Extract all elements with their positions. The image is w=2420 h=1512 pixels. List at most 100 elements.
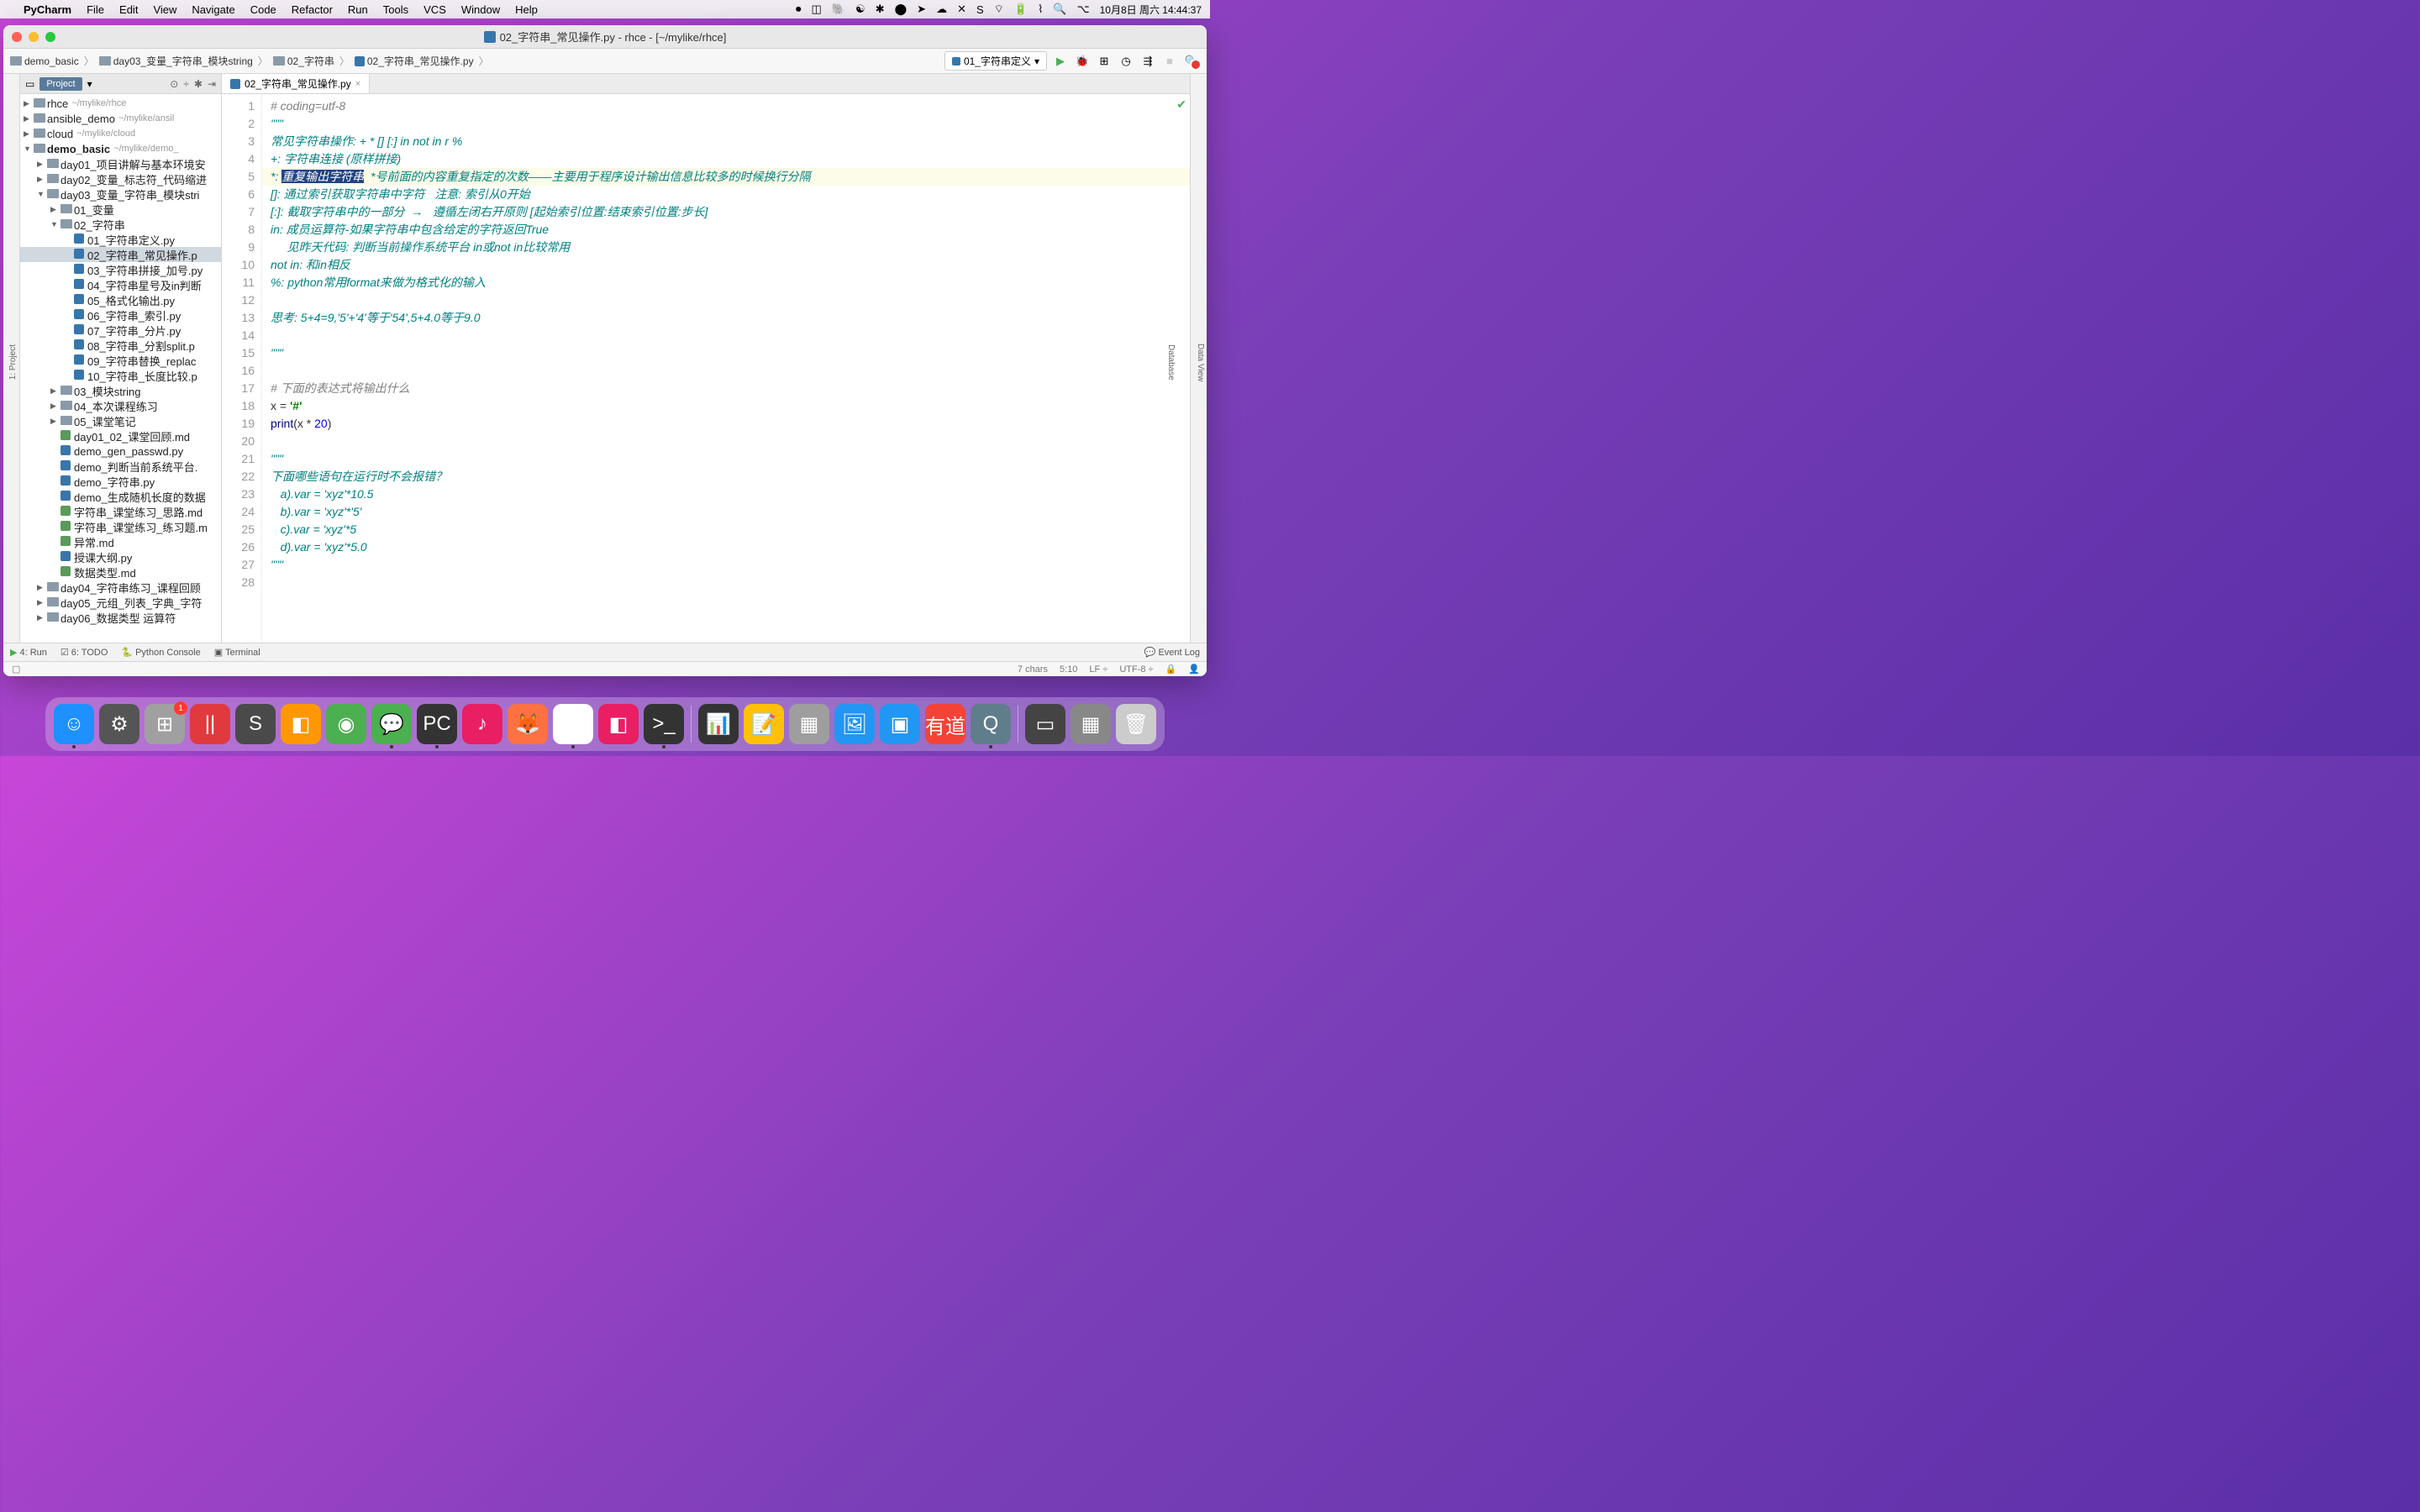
event-log[interactable]: 💬Event Log: [1144, 647, 1200, 658]
tree-file[interactable]: demo_判断当前系统平台.: [20, 459, 221, 474]
tab-project[interactable]: 1: Project: [7, 340, 19, 384]
tray-icon[interactable]: S: [976, 3, 984, 16]
dock-app2[interactable]: ♪: [462, 704, 502, 744]
tree-file[interactable]: 10_字符串_长度比较.p: [20, 368, 221, 383]
dock-launchpad[interactable]: ⊞1: [145, 704, 185, 744]
spotlight-icon[interactable]: 🔍: [1053, 3, 1066, 16]
tree-file[interactable]: 字符串_课堂练习_思路.md: [20, 504, 221, 519]
menu-navigate[interactable]: Navigate: [192, 3, 234, 16]
readonly-indicator[interactable]: 🔒: [1165, 664, 1177, 675]
battery-icon[interactable]: 🔋: [1014, 3, 1028, 16]
tree-file[interactable]: demo_字符串.py: [20, 474, 221, 489]
dock-chrome[interactable]: ◎: [553, 704, 593, 744]
dock-app3[interactable]: ▦: [789, 704, 829, 744]
tree-file[interactable]: 01_字符串定义.py: [20, 232, 221, 247]
dock-trash[interactable]: 🗑: [1116, 704, 1156, 744]
inspections-indicator[interactable]: 👤: [1188, 664, 1200, 675]
run-button[interactable]: ▶: [1052, 53, 1069, 70]
tree-folder[interactable]: ▶rhce~/mylike/rhce: [20, 96, 221, 111]
tree-file[interactable]: 数据类型.md: [20, 564, 221, 580]
dock-app1[interactable]: ◧: [281, 704, 321, 744]
profile-button[interactable]: ◷: [1118, 53, 1134, 70]
tray-icon[interactable]: ➤: [917, 3, 926, 16]
tree-folder[interactable]: ▶cloud~/mylike/cloud: [20, 126, 221, 141]
tab-terminal[interactable]: ▣Terminal: [214, 647, 260, 658]
menu-edit[interactable]: Edit: [119, 3, 138, 16]
menu-tools[interactable]: Tools: [383, 3, 408, 16]
tray-icon[interactable]: ☯: [855, 3, 865, 16]
tree-file[interactable]: 07_字符串_分片.py: [20, 323, 221, 338]
tree-file[interactable]: demo_生成随机长度的数据: [20, 489, 221, 504]
dock-wechat-work[interactable]: ◉: [326, 704, 366, 744]
tree-file[interactable]: 异常.md: [20, 534, 221, 549]
chevron-down-icon[interactable]: ▾: [87, 78, 92, 90]
tree-file[interactable]: demo_gen_passwd.py: [20, 444, 221, 459]
dock-pycharm[interactable]: PC: [417, 704, 457, 744]
project-title[interactable]: Project: [39, 77, 82, 91]
tree-file[interactable]: 05_格式化输出.py: [20, 292, 221, 307]
dock-zoom[interactable]: ▣: [880, 704, 920, 744]
tree-folder[interactable]: ▼demo_basic~/mylike/demo_: [20, 141, 221, 156]
expand-icon[interactable]: ÷: [183, 78, 189, 90]
tree-file[interactable]: 授课大纲.py: [20, 549, 221, 564]
run-config-selector[interactable]: 01_字符串定义 ▾: [944, 51, 1047, 71]
tab-run[interactable]: ▶4: Run: [10, 647, 47, 658]
tray-icon[interactable]: ☁: [936, 3, 947, 16]
menu-file[interactable]: File: [87, 3, 104, 16]
tree-folder[interactable]: ▶day05_元组_列表_字典_字符: [20, 595, 221, 610]
tree-folder[interactable]: ▶day04_字符串练习_课程回顾: [20, 580, 221, 595]
tree-folder[interactable]: ▶day02_变量_标志符_代码缩进: [20, 171, 221, 186]
collapse-icon[interactable]: ⊙: [170, 78, 178, 90]
wifi-icon[interactable]: ⌇: [1038, 3, 1043, 16]
menubar-clock[interactable]: 10月8日 周六 14:44:37: [1100, 3, 1202, 17]
menu-refactor[interactable]: Refactor: [292, 3, 333, 16]
hide-icon[interactable]: ⇥: [208, 78, 216, 90]
control-center-icon[interactable]: ⌥: [1077, 3, 1090, 16]
dock-firefox[interactable]: 🦊: [508, 704, 548, 744]
dock-preview[interactable]: 🖼: [834, 704, 875, 744]
tree-file[interactable]: 02_字符串_常见操作.p: [20, 247, 221, 262]
status-indicator[interactable]: ▢: [12, 664, 20, 675]
menu-code[interactable]: Code: [250, 3, 276, 16]
tree-folder[interactable]: ▶ansible_demo~/mylike/ansil: [20, 111, 221, 126]
dock-folder2[interactable]: ▦: [1071, 704, 1111, 744]
tree-folder[interactable]: ▼02_字符串: [20, 217, 221, 232]
line-separator[interactable]: LF ÷: [1089, 664, 1107, 675]
code-editor[interactable]: ✔ 12345678910111213141516171819202122232…: [222, 94, 1190, 643]
close-tab-icon[interactable]: ×: [355, 79, 360, 89]
tree-file[interactable]: 06_字符串_索引.py: [20, 307, 221, 323]
app-name[interactable]: PyCharm: [24, 3, 71, 16]
menu-vcs[interactable]: VCS: [424, 3, 446, 16]
coverage-button[interactable]: ⊞: [1096, 53, 1113, 70]
tree-folder[interactable]: ▶day06_数据类型 运算符: [20, 610, 221, 625]
dock-folder1[interactable]: ▭: [1025, 704, 1065, 744]
dock-quicktime[interactable]: Q: [971, 704, 1011, 744]
tray-icon[interactable]: ◫: [812, 3, 822, 16]
settings-icon[interactable]: ✱: [194, 78, 203, 90]
menu-help[interactable]: Help: [515, 3, 538, 16]
tree-file[interactable]: 03_字符串拼接_加号.py: [20, 262, 221, 277]
tree-folder[interactable]: ▶04_本次课程练习: [20, 398, 221, 413]
tree-file[interactable]: 08_字符串_分割split.p: [20, 338, 221, 353]
menu-window[interactable]: Window: [461, 3, 500, 16]
dock-wechat[interactable]: 💬: [371, 704, 412, 744]
tab-python-console[interactable]: 🐍Python Console: [121, 647, 200, 658]
cursor-position[interactable]: 5:10: [1060, 664, 1077, 675]
tray-icon[interactable]: ✱: [876, 3, 885, 16]
dock-monitor[interactable]: 📊: [698, 704, 739, 744]
project-tree[interactable]: ▶rhce~/mylike/rhce▶ansible_demo~/mylike/…: [20, 94, 221, 643]
tray-icon[interactable]: ⬤: [895, 3, 908, 16]
bluetooth-icon[interactable]: ⌔: [994, 3, 1004, 16]
tree-file[interactable]: day01_02_课堂回顾.md: [20, 428, 221, 444]
tree-folder[interactable]: ▼day03_变量_字符串_模块stri: [20, 186, 221, 202]
tree-file[interactable]: 字符串_课堂练习_练习题.m: [20, 519, 221, 534]
tray-icon[interactable]: 🐘: [832, 3, 845, 16]
dock-sublime[interactable]: S: [235, 704, 276, 744]
dock-figma[interactable]: ◧: [598, 704, 639, 744]
dock-finder[interactable]: ☺: [54, 704, 94, 744]
dock-parallels[interactable]: ||: [190, 704, 230, 744]
tree-folder[interactable]: ▶day01_项目讲解与基本环境安: [20, 156, 221, 171]
dock-settings[interactable]: ⚙: [99, 704, 139, 744]
tray-icon[interactable]: ✕: [957, 3, 966, 16]
tab-todo[interactable]: ☑6: TODO: [60, 647, 108, 658]
